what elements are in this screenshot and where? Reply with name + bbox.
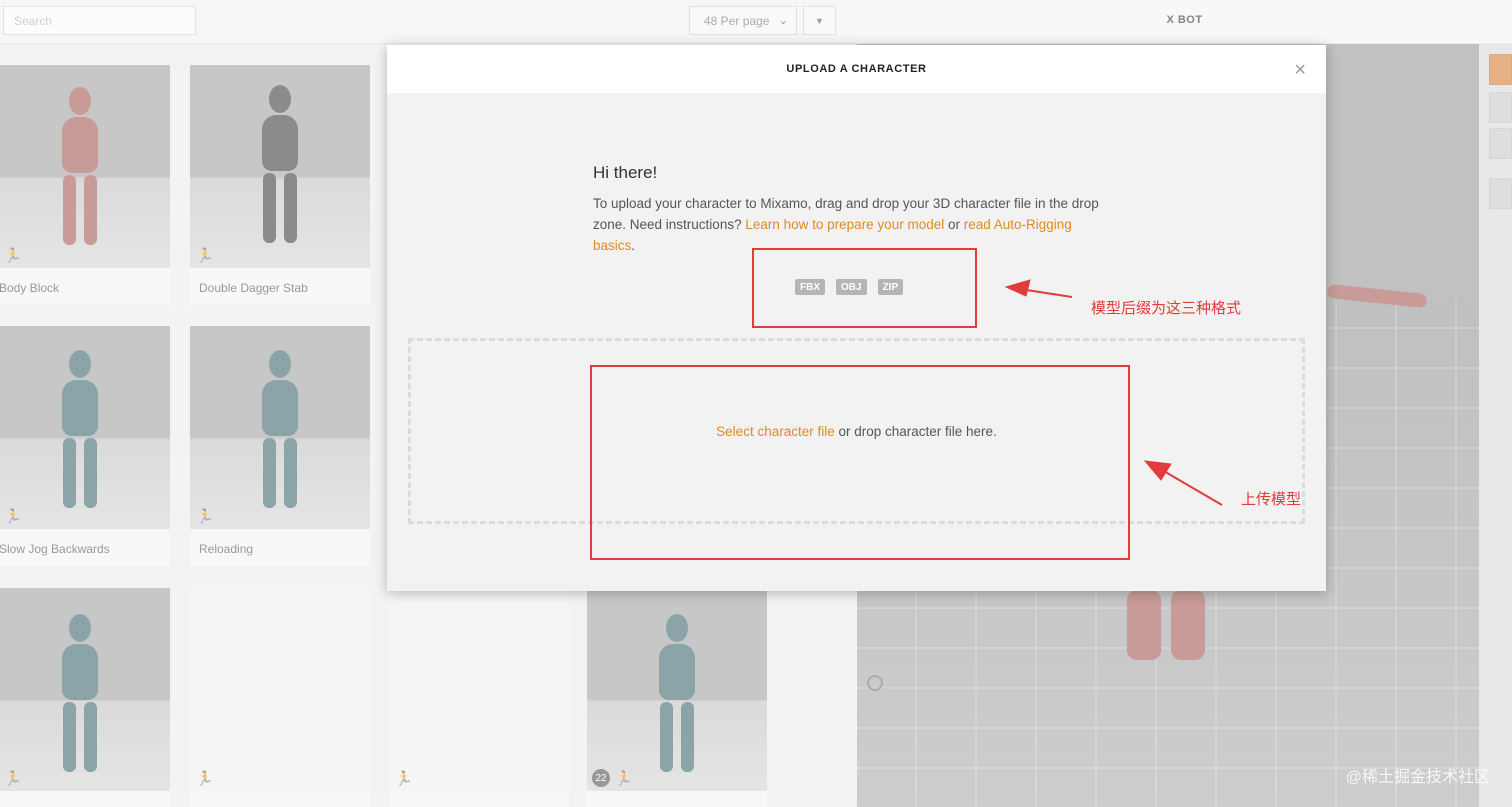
dialog-header: UPLOAD A CHARACTER ×	[387, 45, 1326, 93]
prepare-model-link[interactable]: Learn how to prepare your model	[745, 217, 944, 232]
annotation-formats-note: 模型后缀为这三种格式	[1091, 300, 1242, 317]
dialog-title: UPLOAD A CHARACTER	[786, 63, 927, 75]
greeting-heading: Hi there!	[593, 163, 658, 182]
close-icon[interactable]: ×	[1294, 59, 1306, 82]
upload-instructions: To upload your character to Mixamo, drag…	[593, 196, 1099, 253]
annotation-upload-note: 上传模型	[1241, 491, 1302, 508]
watermark: @稀土掘金技术社区	[1345, 769, 1490, 786]
annotation-box-upload	[590, 365, 1130, 560]
annotation-box-formats	[752, 248, 977, 328]
